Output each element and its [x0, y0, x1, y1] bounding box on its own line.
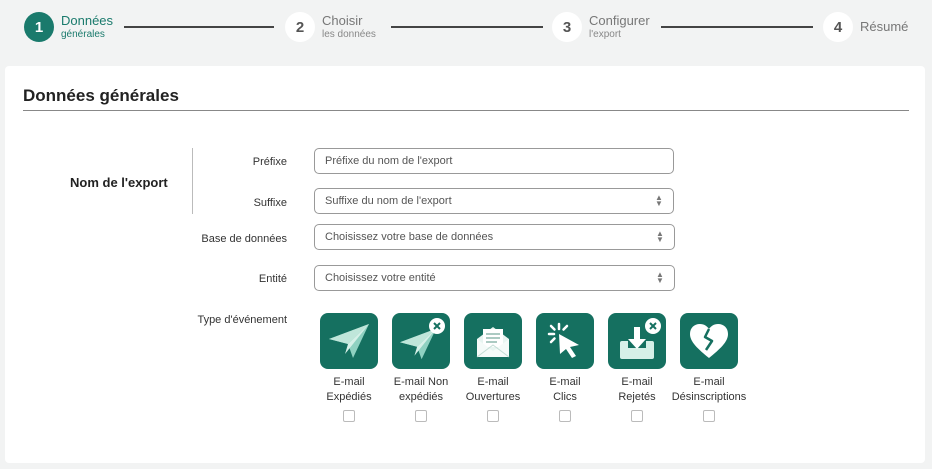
event-option-not-sent[interactable]: E-mail Non expédiés [385, 313, 457, 422]
step-number: 2 [285, 12, 315, 42]
event-option-rejected[interactable]: E-mail Rejetés [601, 313, 673, 422]
broken-heart-icon [690, 324, 728, 358]
step-number: 3 [552, 12, 582, 42]
select-arrows-icon: ▲ ▼ [656, 229, 664, 244]
step-number: 1 [24, 12, 54, 42]
suffix-placeholder: Suffixe du nom de l'export [325, 195, 452, 207]
event-label: E-mail Non [393, 376, 449, 388]
prefix-input[interactable]: Préfixe du nom de l'export [314, 148, 674, 174]
form-card: Données générales Nom de l'export Préfix… [5, 66, 925, 463]
event-label: expédiés [398, 391, 444, 403]
entity-placeholder: Choisissez votre entité [325, 272, 436, 284]
select-arrows-icon: ▲ ▼ [656, 270, 664, 285]
step-2[interactable]: 2 Choisir les données [285, 12, 376, 42]
step-subtitle: les données [322, 29, 376, 40]
cursor-click-icon [547, 322, 579, 358]
section-title: Données générales [23, 86, 179, 105]
event-checkbox[interactable] [703, 410, 715, 422]
event-label: Expédiés [326, 391, 372, 403]
database-label: Base de données [201, 233, 287, 245]
event-label: E-mail [621, 376, 653, 388]
event-option-sent[interactable]: E-mail Expédiés [313, 313, 385, 422]
event-option-opens[interactable]: E-mail Ouvertures [457, 313, 529, 422]
event-label: Clics [553, 391, 577, 403]
suffix-input[interactable]: Suffixe du nom de l'export ▲ ▼ [314, 188, 674, 214]
step-1[interactable]: 1 Données générales [24, 12, 113, 42]
step-title: Données [61, 13, 114, 28]
step-connector [391, 26, 543, 28]
paper-plane-icon [329, 324, 369, 358]
event-label: E-mail [333, 376, 365, 388]
close-icon [429, 318, 445, 334]
event-option-unsubscribes[interactable]: E-mail Désinscriptions [671, 313, 747, 422]
event-option-clicks[interactable]: E-mail Clics [529, 313, 601, 422]
event-label: Ouvertures [465, 391, 521, 403]
event-label: E-mail [549, 376, 581, 388]
prefix-label: Préfixe [252, 156, 287, 168]
event-checkbox[interactable] [343, 410, 355, 422]
step-subtitle: l'export [589, 29, 621, 40]
step-subtitle: générales [61, 29, 105, 40]
step-number: 4 [823, 12, 853, 42]
event-label: E-mail [693, 376, 725, 388]
section-divider [23, 110, 909, 111]
prefix-placeholder: Préfixe du nom de l'export [325, 155, 453, 167]
database-placeholder: Choisissez votre base de données [325, 231, 494, 243]
event-tile[interactable] [392, 313, 450, 369]
entity-select[interactable]: Choisissez votre entité ▲ ▼ [314, 265, 675, 291]
open-envelope-icon [476, 327, 510, 358]
event-tile[interactable] [464, 313, 522, 369]
event-tile[interactable] [320, 313, 378, 369]
step-title: Configurer [589, 13, 650, 28]
event-checkbox[interactable] [487, 410, 499, 422]
database-select[interactable]: Choisissez votre base de données ▲ ▼ [314, 224, 675, 250]
step-title: Résumé [860, 19, 909, 34]
step-3[interactable]: 3 Configurer l'export [552, 12, 650, 42]
event-label: Rejetés [618, 391, 656, 403]
event-checkbox[interactable] [559, 410, 571, 422]
event-tile[interactable] [680, 313, 738, 369]
event-type-label: Type d'événement [197, 314, 287, 326]
event-checkbox[interactable] [631, 410, 643, 422]
event-label: Désinscriptions [671, 391, 747, 403]
group-divider [192, 148, 193, 214]
event-tile[interactable] [608, 313, 666, 369]
suffix-label: Suffixe [253, 197, 287, 209]
step-connector [661, 26, 813, 28]
entity-label: Entité [258, 273, 287, 285]
close-icon [645, 318, 661, 334]
export-name-group-label: Nom de l'export [70, 175, 168, 190]
event-type-options: E-mail Expédiés E-mail Non expédiés E-ma… [313, 313, 747, 422]
stepper-arrows-icon[interactable]: ▲ ▼ [654, 194, 664, 208]
step-connector [124, 26, 274, 28]
event-checkbox[interactable] [415, 410, 427, 422]
stepper: 1 Données générales 2 Choisir les donnée… [0, 0, 932, 60]
step-4[interactable]: 4 Résumé [823, 12, 908, 42]
event-tile[interactable] [536, 313, 594, 369]
step-title: Choisir [322, 13, 363, 28]
event-label: E-mail [477, 376, 509, 388]
